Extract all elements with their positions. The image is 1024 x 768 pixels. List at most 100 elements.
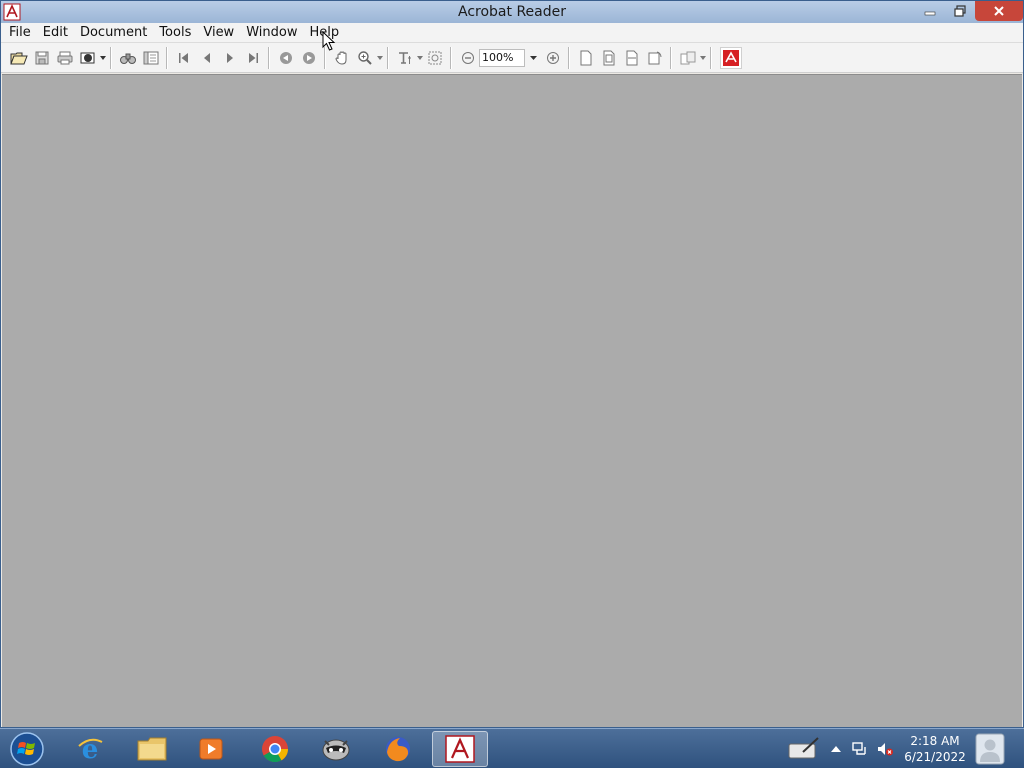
snapshot-tool-button[interactable] [423, 47, 446, 69]
start-button[interactable] [6, 730, 48, 768]
toolbar-separator [166, 46, 168, 69]
toolbar-separator [110, 46, 112, 69]
email-dropdown[interactable] [99, 47, 106, 69]
go-back-button[interactable] [274, 47, 297, 69]
go-forward-button[interactable] [297, 47, 320, 69]
last-page-button[interactable] [241, 47, 264, 69]
toolbar-separator [268, 46, 270, 69]
open-button[interactable] [7, 47, 30, 69]
title-bar[interactable]: Acrobat Reader [1, 1, 1023, 23]
zoom-in-magnifier-icon [357, 50, 372, 65]
folder-icon [137, 737, 167, 761]
zoom-in-button[interactable] [541, 47, 564, 69]
menu-window[interactable]: Window [240, 23, 303, 43]
taskbar-internet-explorer[interactable]: e [62, 731, 118, 767]
zoom-out-circle-icon [461, 51, 474, 64]
zoom-tool-dropdown[interactable] [376, 47, 383, 69]
user-account-button[interactable] [972, 731, 1008, 767]
next-page-icon [226, 52, 233, 63]
toolbar-separator [710, 46, 712, 69]
toolbar-separator [568, 46, 570, 69]
page-layout-icon [680, 51, 695, 64]
save-disk-icon [35, 51, 48, 64]
last-page-icon [248, 52, 258, 63]
clock-date: 6/21/2022 [904, 750, 966, 764]
media-player-icon [199, 738, 223, 760]
tray-network[interactable] [848, 731, 872, 767]
actual-size-page-icon [580, 50, 591, 65]
fit-width-button[interactable] [620, 47, 643, 69]
window-controls [915, 1, 1023, 21]
tray-volume-muted[interactable] [872, 731, 898, 767]
taskbar-media-player[interactable] [183, 731, 239, 767]
chevron-up-icon [831, 746, 841, 752]
user-avatar-icon [975, 733, 1005, 765]
back-arrow-icon [279, 51, 292, 64]
fit-page-icon [603, 50, 614, 65]
internet-explorer-icon: e [78, 735, 103, 764]
pen-tablet-icon [788, 737, 819, 759]
navigation-pane-button[interactable] [139, 47, 162, 69]
zoom-out-button[interactable] [456, 47, 479, 69]
chevron-down-icon [529, 55, 537, 60]
acrobat-app-icon[interactable] [3, 3, 21, 21]
fit-page-button[interactable] [597, 47, 620, 69]
page-layout-button[interactable] [676, 47, 699, 69]
taskbar-chrome[interactable] [247, 731, 303, 767]
menu-bar: File Edit Document Tools View Window Hel… [1, 23, 1023, 43]
adobe-logo-button[interactable] [720, 46, 742, 69]
menu-edit[interactable]: Edit [37, 23, 74, 43]
windows-taskbar: e 2:18 AM 6/21/2022 [0, 728, 1024, 768]
volume-muted-icon [878, 743, 893, 756]
network-icon [852, 742, 866, 755]
previous-page-icon [203, 52, 210, 63]
chevron-down-icon [376, 55, 383, 60]
save-button[interactable] [30, 47, 53, 69]
select-tool-dropdown[interactable] [416, 47, 423, 69]
first-page-button[interactable] [172, 47, 195, 69]
page-layout-dropdown[interactable] [699, 47, 706, 69]
taskbar-firefox[interactable] [370, 731, 426, 767]
taskbar-acrobat-reader[interactable] [432, 731, 488, 767]
rotate-view-icon [648, 51, 662, 64]
taskbar-file-explorer[interactable] [124, 731, 180, 767]
tray-show-hidden-icons[interactable] [824, 731, 848, 767]
document-workspace[interactable] [2, 74, 1022, 727]
rotate-view-button[interactable] [643, 47, 666, 69]
acrobat-reader-icon [445, 735, 475, 763]
adobe-logo-icon [723, 49, 739, 66]
email-globe-icon [80, 52, 94, 63]
menu-view[interactable]: View [197, 23, 240, 43]
zoom-level-input[interactable] [479, 48, 525, 67]
firefox-icon [386, 737, 410, 762]
taskbar-raccoon-app[interactable] [308, 731, 364, 767]
chevron-down-icon [699, 55, 706, 60]
zoom-tool-button[interactable] [353, 47, 376, 69]
main-toolbar [1, 43, 1023, 73]
open-folder-icon [9, 52, 28, 64]
toolbar-separator [387, 46, 389, 69]
toolbar-separator [670, 46, 672, 69]
close-button[interactable] [975, 1, 1023, 21]
printer-icon [57, 51, 72, 64]
forward-arrow-icon [302, 51, 315, 64]
text-select-tool-button[interactable] [393, 47, 416, 69]
actual-size-button[interactable] [574, 47, 597, 69]
taskbar-clock[interactable]: 2:18 AM 6/21/2022 [900, 733, 970, 765]
fit-width-icon [626, 50, 637, 65]
minimize-button[interactable] [915, 1, 945, 21]
email-button[interactable] [76, 47, 99, 69]
restore-button[interactable] [945, 1, 975, 21]
next-page-button[interactable] [218, 47, 241, 69]
find-button[interactable] [116, 47, 139, 69]
window-title: Acrobat Reader [458, 4, 566, 20]
chrome-icon [262, 736, 289, 763]
menu-tools[interactable]: Tools [153, 23, 197, 43]
navigation-pane-icon [143, 51, 158, 64]
windows-start-orb-icon [10, 732, 44, 766]
previous-page-button[interactable] [195, 47, 218, 69]
menu-file[interactable]: File [3, 23, 37, 43]
menu-document[interactable]: Document [74, 23, 153, 43]
print-button[interactable] [53, 47, 76, 69]
zoom-level-dropdown[interactable] [525, 49, 541, 67]
